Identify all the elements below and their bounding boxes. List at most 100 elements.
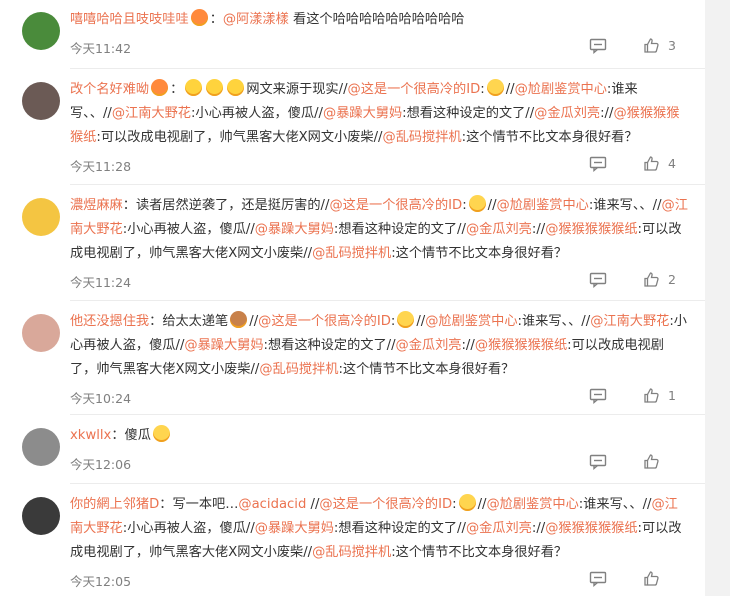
comment-text: 濃煜麻麻：读者居然逆袭了，还是挺厉害的//@这是一个很高冷的ID://@尬剧鉴赏…: [70, 194, 690, 266]
mention-link[interactable]: @江南大野花: [112, 106, 191, 121]
commenter-name[interactable]: 嘻嘻哈哈且吱吱哇哇: [70, 12, 189, 27]
comment-body-text: 看这个哈哈哈哈哈哈哈哈哈哈: [288, 12, 465, 27]
mention-link[interactable]: @这是一个很高冷的ID: [348, 82, 481, 97]
commenter-name[interactable]: 他还没摁住我: [70, 314, 149, 329]
comment-body-text: :想看这种设定的文了//: [333, 222, 466, 237]
reply-button[interactable]: [589, 38, 607, 54]
thumbs-up-icon: [643, 453, 660, 470]
avatar[interactable]: [22, 314, 60, 352]
comment-body-text: :小心再被人盗，傻瓜//: [122, 521, 255, 536]
comment-body-text: :这个情节不比文本身很好看？: [461, 130, 638, 145]
comment-icon: [589, 454, 607, 470]
comment-body-text: ://: [531, 521, 546, 536]
comment-body-text: :谁来写、、//: [578, 497, 652, 512]
comment-timestamp: 今天10:24: [70, 391, 132, 406]
divider: [70, 68, 705, 69]
comment-text: 你的網上邻猪D：写一本吧…@acidacid //@这是一个很高冷的ID://@…: [70, 493, 690, 565]
mention-link[interactable]: @尬剧鉴赏中心: [497, 198, 589, 213]
commenter-name[interactable]: xkwllx: [70, 428, 111, 443]
reply-button[interactable]: [589, 156, 607, 172]
reply-button[interactable]: [589, 571, 607, 587]
comment-body-text: //: [487, 198, 497, 213]
mention-link[interactable]: @暴躁大舅妈: [255, 222, 334, 237]
mention-link[interactable]: @猴猴猴猴猴纸: [475, 338, 567, 353]
comment-timestamp: 今天11:24: [70, 275, 132, 290]
comment-icon: [589, 272, 607, 288]
like-count: 1: [668, 388, 676, 403]
comment-body-text: :: [452, 497, 457, 512]
like-count: 2: [668, 272, 676, 287]
mention-link[interactable]: @尬剧鉴赏中心: [486, 497, 578, 512]
like-count: 3: [668, 38, 676, 53]
reply-button[interactable]: [589, 388, 607, 404]
name-separator: ：: [149, 314, 163, 329]
mention-link[interactable]: @金瓜刘亮: [466, 521, 532, 536]
mention-link[interactable]: @暴躁大舅妈: [323, 106, 402, 121]
mention-link[interactable]: @乱码搅拌机: [383, 130, 462, 145]
commenter-name[interactable]: 濃煜麻麻: [70, 198, 123, 213]
comment-feed: 嘻嘻哈哈且吱吱哇哇 ：@阿漾漾樣 看这个哈哈哈哈哈哈哈哈哈哈 今天11:42 3 改个名…: [0, 0, 705, 596]
comment-icon: [589, 156, 607, 172]
comment-body-text: :这个情节不比文本身很好看？: [391, 545, 568, 560]
mention-link[interactable]: @金瓜刘亮: [534, 106, 600, 121]
comment-icon: [589, 388, 607, 404]
comment-body-text: :: [480, 82, 485, 97]
comment-body-text: :这个情节不比文本身很好看？: [338, 362, 515, 377]
emoji-icon: [397, 311, 415, 328]
thumbs-up-icon: [643, 387, 660, 404]
mention-link[interactable]: @尬剧鉴赏中心: [515, 82, 607, 97]
mention-link[interactable]: @猴猴猴猴猴纸: [545, 222, 637, 237]
mention-link[interactable]: @这是一个很高冷的ID: [319, 497, 452, 512]
commenter-name[interactable]: 你的網上邻猪D: [70, 497, 159, 512]
mention-link[interactable]: @猴猴猴猴猴纸: [545, 521, 637, 536]
avatar[interactable]: [22, 12, 60, 50]
like-button[interactable]: 3: [643, 37, 676, 54]
comment-body-text: :: [462, 198, 467, 213]
mention-link[interactable]: @acidacid: [238, 497, 306, 512]
avatar[interactable]: [22, 82, 60, 120]
thumbs-up-icon: [643, 570, 660, 587]
mention-link[interactable]: @金瓜刘亮: [466, 222, 532, 237]
comment-text: 他还没摁住我：给太太递笔//@这是一个很高冷的ID://@尬剧鉴赏中心:谁来写、…: [70, 310, 690, 382]
comment-body-text: //: [505, 82, 515, 97]
comment-body-text: //: [306, 497, 320, 512]
like-button[interactable]: 4: [643, 155, 676, 172]
reply-button[interactable]: [589, 454, 607, 470]
comment-text: xkwllx：傻瓜: [70, 424, 690, 448]
like-button[interactable]: 2: [643, 271, 676, 288]
comment-body-text: 写一本吧…: [172, 497, 239, 512]
mention-link[interactable]: @这是一个很高冷的ID: [329, 198, 462, 213]
comment-text: 嘻嘻哈哈且吱吱哇哇 ：@阿漾漾樣 看这个哈哈哈哈哈哈哈哈哈哈: [70, 8, 690, 32]
scrollbar[interactable]: [705, 0, 730, 596]
name-separator: ：: [111, 428, 125, 443]
like-button[interactable]: 1: [643, 387, 676, 404]
mention-link[interactable]: @乱码搅拌机: [312, 246, 391, 261]
avatar[interactable]: [22, 198, 60, 236]
mention-link[interactable]: @暴躁大舅妈: [255, 521, 334, 536]
mention-link[interactable]: @这是一个很高冷的ID: [258, 314, 391, 329]
comment-body-text: :小心再被人盗，傻瓜//: [190, 106, 324, 121]
thumbs-up-icon: [643, 271, 660, 288]
comment-body-text: :: [390, 314, 396, 329]
mention-link[interactable]: @阿漾漾樣: [223, 12, 289, 27]
comment-body-text: ://: [531, 222, 546, 237]
emoji-icon: [458, 494, 476, 511]
mention-link[interactable]: @乱码搅拌机: [259, 362, 338, 377]
mention-link[interactable]: @江南大野花: [590, 314, 669, 329]
mention-link[interactable]: @金瓜刘亮: [396, 338, 462, 353]
thumbs-up-icon: [643, 37, 660, 54]
avatar[interactable]: [22, 497, 60, 535]
mention-link[interactable]: @尬剧鉴赏中心: [425, 314, 517, 329]
mention-link[interactable]: @暴躁大舅妈: [184, 338, 263, 353]
comment-body-text: 给太太递笔: [162, 314, 229, 329]
emoji-icon: [206, 79, 224, 96]
divider: [70, 414, 705, 415]
avatar[interactable]: [22, 428, 60, 466]
mention-link[interactable]: @乱码搅拌机: [312, 545, 391, 560]
reply-button[interactable]: [589, 272, 607, 288]
commenter-name[interactable]: 改个名好难呦: [70, 82, 149, 97]
comment-body-text: //: [416, 314, 426, 329]
like-button[interactable]: [643, 570, 660, 587]
like-button[interactable]: [643, 453, 660, 470]
name-separator: ：: [159, 497, 173, 512]
